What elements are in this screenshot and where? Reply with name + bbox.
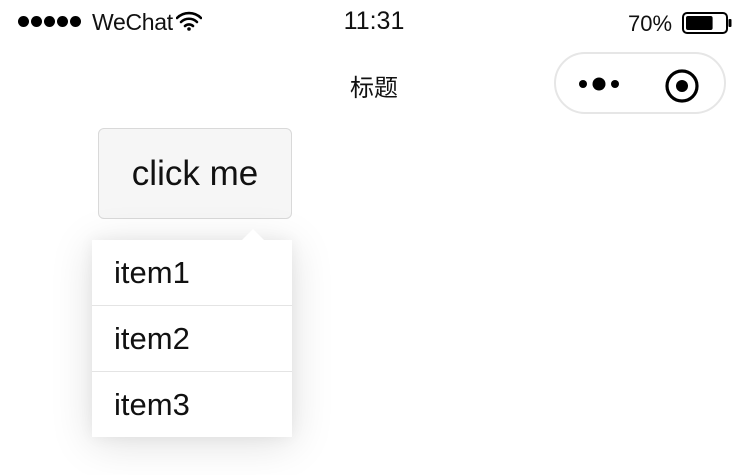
status-bar: WeChat 11:31 70% — [0, 0, 748, 44]
screen: WeChat 11:31 70% 标题 click me item1 item2… — [0, 0, 748, 475]
menu-item-2[interactable]: item2 — [92, 306, 292, 372]
menu-item-1[interactable]: item1 — [92, 240, 292, 306]
capsule-divider — [641, 72, 642, 96]
menu-item-3[interactable]: item3 — [92, 372, 292, 437]
battery-percent: 70% — [628, 11, 673, 36]
popover-arrow — [241, 229, 265, 241]
capsule-menu — [554, 52, 726, 114]
battery-icon — [682, 12, 732, 34]
more-dots-icon[interactable] — [578, 74, 622, 94]
close-target-icon[interactable] — [664, 68, 700, 104]
popover-menu: item1 item2 item3 — [92, 229, 292, 437]
click-me-button[interactable]: click me — [98, 128, 292, 219]
